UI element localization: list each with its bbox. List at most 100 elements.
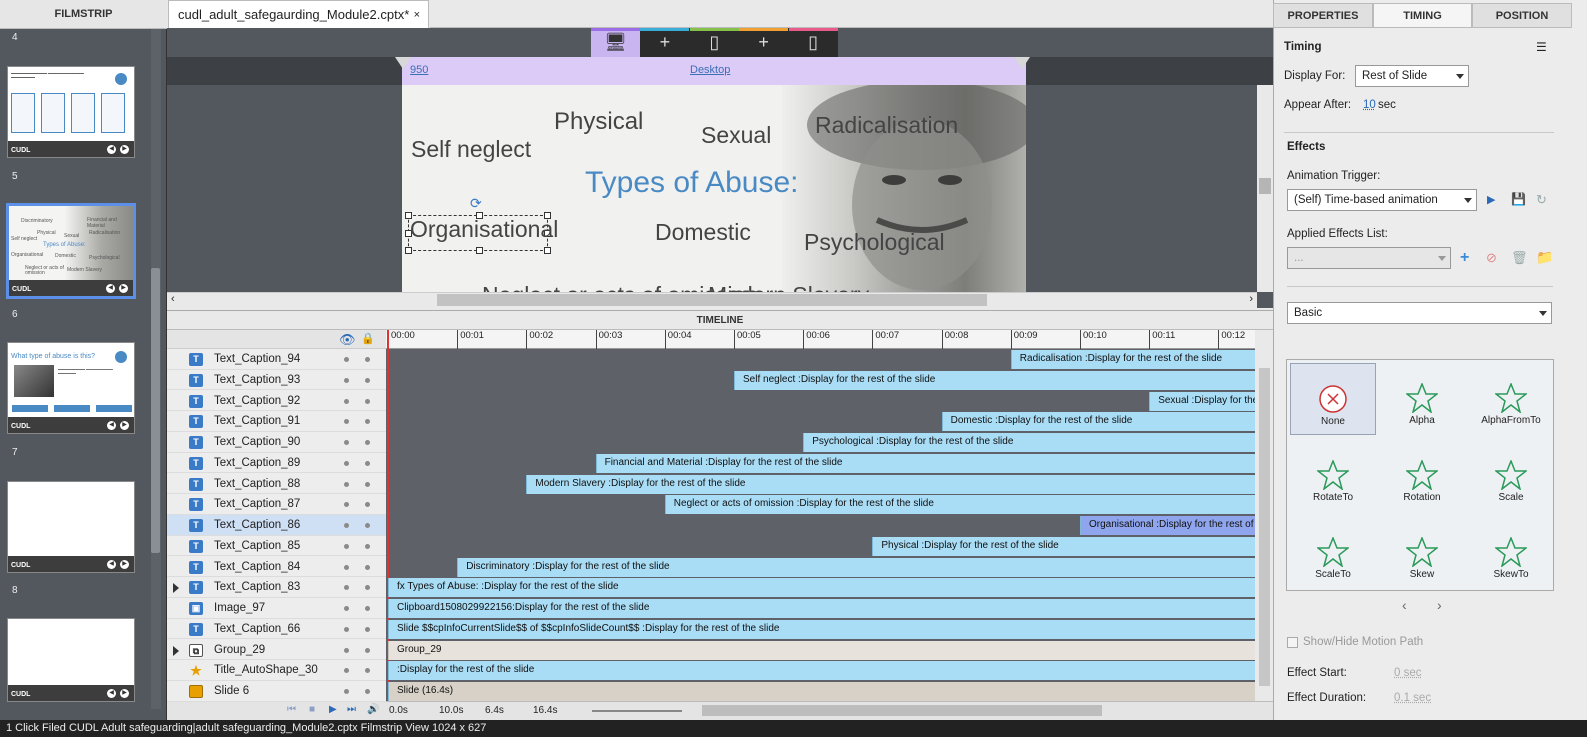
- disable-effect-icon[interactable]: ⊘: [1486, 250, 1497, 266]
- scroll-left-icon[interactable]: ‹: [171, 293, 175, 305]
- timeline-layer-row[interactable]: T Text_Caption_90: [167, 432, 386, 453]
- phone-icon[interactable]: ▯: [788, 28, 838, 57]
- audio-icon[interactable]: 🔊: [367, 704, 379, 715]
- timeline-bar[interactable]: Neglect or acts of omission :Display for…: [664, 495, 1255, 515]
- panel-menu-icon[interactable]: ☰: [1536, 40, 1547, 54]
- timeline-layer-row[interactable]: ⧉ Group_29: [167, 640, 386, 661]
- visibility-toggle[interactable]: [344, 626, 349, 632]
- timeline-layer-row[interactable]: T Text_Caption_91: [167, 411, 386, 432]
- slide-thumbnail-6[interactable]: What type of abuse is this? ▬▬▬▬▬▬▬▬▬ ▬▬…: [7, 342, 135, 434]
- effect-rotateto[interactable]: RotateTo: [1290, 440, 1376, 512]
- plus-icon[interactable]: +: [739, 28, 789, 57]
- effect-alpha[interactable]: Alpha: [1379, 363, 1465, 435]
- visibility-toggle[interactable]: [344, 606, 349, 611]
- word-physical[interactable]: Physical: [554, 108, 643, 136]
- word-modern-slavery[interactable]: Modern Slavery: [708, 282, 869, 292]
- appear-after-input[interactable]: 10: [1363, 99, 1376, 111]
- filmstrip-scroll-thumb[interactable]: [151, 268, 160, 553]
- timeline-bar[interactable]: Radicalisation :Display for the rest of …: [1010, 350, 1255, 369]
- animation-trigger-select[interactable]: (Self) Time-based animation: [1287, 189, 1477, 211]
- lock-toggle[interactable]: [365, 502, 370, 508]
- word-radicalisation[interactable]: Radicalisation: [815, 112, 958, 139]
- visibility-toggle[interactable]: [344, 647, 349, 653]
- effects-prev-icon[interactable]: ‹: [1402, 597, 1407, 613]
- visibility-toggle[interactable]: [344, 440, 349, 445]
- visibility-toggle[interactable]: [344, 523, 349, 528]
- timeline-layer-row[interactable]: ▣ Image_97: [167, 598, 386, 619]
- word-sexual[interactable]: Sexual: [701, 122, 771, 149]
- word-organisational[interactable]: Organisational: [410, 216, 558, 243]
- timeline-bar[interactable]: Slide (16.4s): [388, 682, 1255, 701]
- rotate-handle-icon[interactable]: ⟳: [470, 195, 482, 212]
- breakpoint-marker-left[interactable]: [395, 57, 411, 69]
- tab-position[interactable]: POSITION: [1472, 3, 1572, 28]
- timeline-layer-row[interactable]: T Text_Caption_66: [167, 619, 386, 640]
- lock-toggle[interactable]: [365, 440, 370, 445]
- lock-toggle[interactable]: [365, 626, 370, 632]
- applied-effects-select[interactable]: ...: [1287, 247, 1451, 269]
- timeline-layer-row[interactable]: Slide 6: [167, 681, 386, 702]
- lock-toggle[interactable]: [365, 543, 370, 549]
- timeline-bar[interactable]: Psychological :Display for the rest of t…: [803, 433, 1255, 452]
- breakpoint-name[interactable]: Desktop: [690, 64, 730, 76]
- visibility-toggle[interactable]: [344, 460, 349, 466]
- lock-toggle[interactable]: [365, 398, 370, 404]
- rewind-icon[interactable]: ⏮: [287, 704, 296, 715]
- tab-properties[interactable]: PROPERTIES: [1273, 3, 1373, 28]
- effect-alphafromto[interactable]: AlphaFromTo: [1468, 363, 1554, 435]
- visibility-toggle[interactable]: [344, 398, 349, 404]
- lock-icon[interactable]: 🔒: [361, 332, 375, 345]
- effect-start-input[interactable]: 0 sec: [1394, 667, 1422, 679]
- timeline-bar[interactable]: Organisational :Display for the rest of …: [1080, 516, 1255, 535]
- effect-scale[interactable]: Scale: [1468, 440, 1554, 512]
- lock-toggle[interactable]: [365, 377, 370, 383]
- lock-toggle[interactable]: [365, 419, 370, 425]
- timeline-vscroll-thumb[interactable]: [1259, 368, 1270, 686]
- visibility-toggle[interactable]: [344, 668, 349, 674]
- folder-icon[interactable]: 📁: [1536, 249, 1553, 266]
- breakpoint-width[interactable]: 950: [410, 64, 428, 76]
- effect-skew[interactable]: Skew: [1379, 517, 1465, 589]
- timeline-bar[interactable]: Group_29: [388, 640, 1255, 660]
- play-icon[interactable]: ▶: [329, 704, 337, 715]
- timeline-bar[interactable]: Slide $$cpInfoCurrentSlide$$ of $$cpInfo…: [388, 619, 1255, 639]
- slide-thumbnail-8[interactable]: CUDL ◀ ▶: [7, 618, 135, 702]
- visibility-toggle[interactable]: [344, 377, 349, 383]
- timeline-layer-row[interactable]: T Text_Caption_83: [167, 577, 386, 598]
- document-tab[interactable]: cudl_adult_safegaurding_Module2.cptx* ×: [168, 0, 429, 28]
- visibility-toggle[interactable]: [344, 543, 349, 549]
- save-icon[interactable]: 💾: [1511, 192, 1526, 206]
- expand-icon[interactable]: [173, 645, 179, 656]
- word-domestic[interactable]: Domestic: [655, 219, 751, 246]
- visibility-toggle[interactable]: [344, 564, 349, 570]
- slide-thumbnail-7[interactable]: CUDL ◀ ▶: [7, 481, 135, 573]
- effect-rotation[interactable]: Rotation: [1379, 440, 1465, 512]
- close-icon[interactable]: ×: [414, 1, 420, 29]
- tablet-icon[interactable]: ▯: [689, 28, 739, 57]
- visibility-toggle[interactable]: [344, 419, 349, 425]
- effect-scaleto[interactable]: ScaleTo: [1290, 517, 1376, 589]
- timeline-ruler[interactable]: 00:00 00:01 00:02 00:03 00:04 00:05 00:06 00:07…: [386, 330, 1255, 349]
- slide-thumbnail-4[interactable]: ▬▬▬▬▬▬▬▬▬▬▬▬ ▬▬▬▬▬▬▬▬▬▬▬▬ ▬▬▬▬▬▬▬▬ CUDL ◀…: [7, 66, 135, 158]
- effect-none[interactable]: None: [1290, 363, 1376, 435]
- effects-next-icon[interactable]: ›: [1437, 597, 1442, 613]
- effect-duration-input[interactable]: 0.1 sec: [1394, 692, 1431, 704]
- visibility-toggle[interactable]: [344, 481, 349, 487]
- tab-timing[interactable]: TIMING: [1373, 3, 1472, 28]
- lock-toggle[interactable]: [365, 460, 370, 466]
- timeline-layer-row[interactable]: T Text_Caption_94: [167, 349, 386, 370]
- timeline-bar[interactable]: fx Types of Abuse: :Display for the rest…: [388, 578, 1255, 598]
- timeline-layer-row[interactable]: T Text_Caption_84: [167, 557, 386, 578]
- delete-effect-icon[interactable]: 🗑: [1511, 250, 1528, 266]
- lock-toggle[interactable]: [365, 606, 370, 611]
- add-effect-icon[interactable]: +: [1460, 249, 1469, 267]
- scroll-right-icon[interactable]: ›: [1249, 293, 1253, 305]
- desktop-icon[interactable]: 🖥: [591, 28, 640, 57]
- lock-toggle[interactable]: [365, 689, 370, 694]
- timeline-layer-row[interactable]: T Text_Caption_87: [167, 494, 386, 515]
- lock-toggle[interactable]: [365, 481, 370, 487]
- timeline-layer-row[interactable]: T Text_Caption_92: [167, 391, 386, 412]
- lock-toggle[interactable]: [365, 647, 370, 653]
- timeline-layer-row[interactable]: T Text_Caption_86: [167, 515, 386, 536]
- visibility-toggle[interactable]: [344, 357, 349, 362]
